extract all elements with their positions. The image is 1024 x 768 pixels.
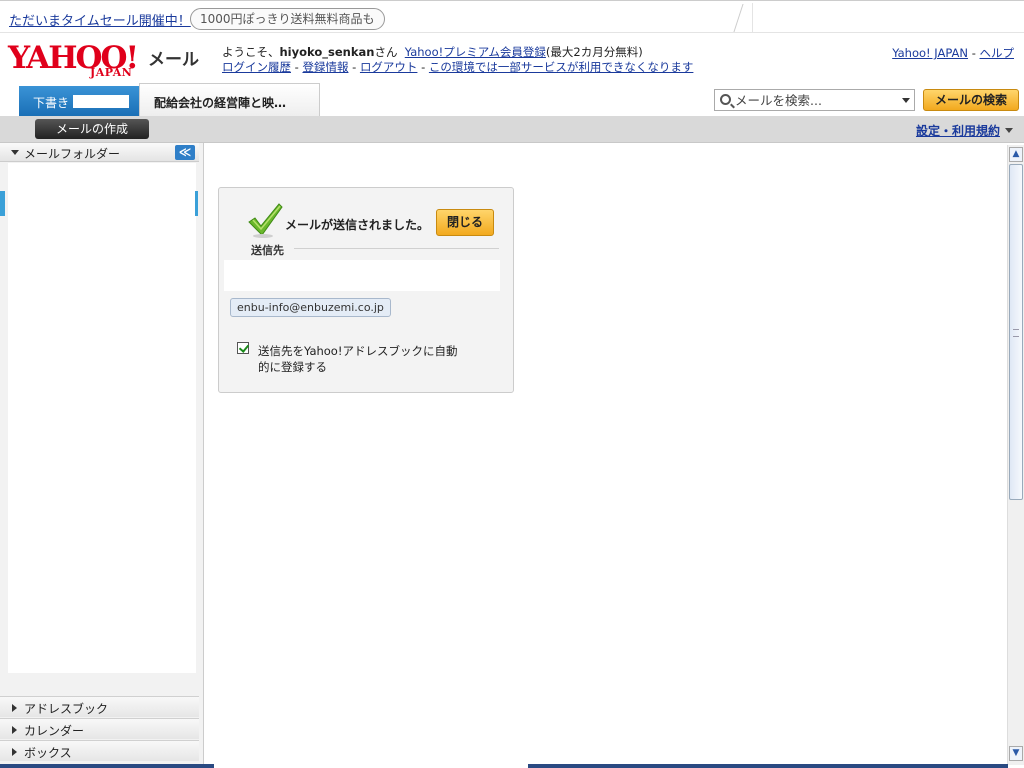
mail-folder-label: メールフォルダー [24, 147, 121, 161]
global-links: Yahoo! JAPAN - ヘルプ [892, 45, 1014, 61]
triangle-down-icon [11, 150, 19, 155]
premium-signup-link[interactable]: Yahoo!プレミアム会員登録 [405, 45, 546, 59]
autosave-addressbook-label[interactable]: 送信先をYahoo!アドレスブックに自動的に登録する [258, 343, 468, 375]
scroll-up-icon[interactable]: ▲ [1009, 147, 1023, 162]
sent-confirmation-text: メールが送信されました。 [285, 218, 430, 232]
mail-folder-header[interactable]: メールフォルダー ≪ [0, 143, 199, 162]
scroll-thumb[interactable] [1009, 164, 1023, 500]
recipients-area [224, 260, 500, 291]
yahoo-japan-logo[interactable]: YAHOO! JAPAN [8, 42, 148, 82]
account-info: ようこそ、hiyoko_senkanさん Yahoo!プレミアム会員登録(最大2… [222, 45, 693, 75]
settings-terms-link[interactable]: 設定・利用規約 [916, 122, 1000, 139]
free-shipping-badge[interactable]: 1000円ぽっきり送料無料商品も [190, 8, 385, 30]
recipients-divider [294, 248, 499, 249]
login-history-link[interactable]: ログイン履歴 [222, 60, 291, 74]
sidebar-item-addressbook[interactable]: アドレスブック [0, 696, 199, 717]
sidebar-item-label: カレンダー [24, 724, 85, 738]
sidebar: メールフォルダー ≪ アドレスブック カレンダー ボックス [0, 143, 204, 768]
folder-resize-handle[interactable] [195, 191, 198, 216]
folder-list[interactable] [8, 163, 196, 673]
promo-divider [733, 4, 744, 32]
recipients-label: 送信先 [251, 244, 284, 257]
promo-separator [752, 3, 753, 33]
scroll-down-icon[interactable]: ▼ [1009, 746, 1023, 761]
tab-compose-field [73, 95, 129, 108]
sidebar-item-calendar[interactable]: カレンダー [0, 718, 199, 739]
mail-search-input[interactable] [735, 91, 895, 109]
welcome-suffix: さん [374, 45, 398, 59]
link-separator: - [294, 60, 299, 74]
timesale-link[interactable]: ただいまタイムセール開催中！ [9, 10, 191, 29]
sidebar-item-box[interactable]: ボックス [0, 740, 199, 761]
link-separator: - [971, 46, 976, 60]
triangle-right-icon [12, 726, 17, 734]
search-icon [720, 94, 731, 105]
promo-bar: ただいまタイムセール開催中！ 1000円ぽっきり送料無料商品も [0, 0, 1024, 33]
close-button[interactable]: 閉じる [436, 209, 494, 236]
bottom-status-bar [528, 764, 1008, 768]
recipient-chip[interactable]: enbu-info@enbuzemi.co.jp [230, 298, 391, 317]
tab-draft-message[interactable]: 配給会社の経営陣と映… [139, 83, 320, 116]
sidebar-item-label: ボックス [24, 746, 72, 760]
welcome-prefix: ようこそ、 [222, 45, 280, 59]
premium-note: (最大2カ月分無料) [545, 45, 643, 59]
bottom-status-bar [0, 764, 214, 768]
triangle-right-icon [12, 748, 17, 756]
chevron-down-icon[interactable] [1005, 128, 1013, 133]
mail-search-box[interactable] [714, 89, 915, 111]
sidebar-item-label: アドレスブック [24, 702, 109, 716]
yahoo-japan-link[interactable]: Yahoo! JAPAN [892, 46, 968, 60]
tab-compose[interactable]: 下書き [19, 86, 139, 116]
compose-mail-button[interactable]: メールの作成 [35, 119, 149, 139]
folder-selection-marker [0, 191, 5, 216]
logout-link[interactable]: ログアウト [360, 60, 418, 74]
mail-sent-panel: メールが送信されました。 閉じる 送信先 enbu-info@enbuzemi.… [218, 187, 514, 393]
tab-compose-label: 下書き [33, 96, 70, 110]
help-link[interactable]: ヘルプ [980, 46, 1015, 60]
environment-notice-link[interactable]: この環境では一部サービスが利用できなくなります [429, 60, 694, 74]
main-scrollbar[interactable]: ▲ ▼ [1007, 145, 1024, 765]
triangle-right-icon [12, 704, 17, 712]
username: hiyoko_senkan [279, 45, 375, 59]
collapse-sidebar-button[interactable]: ≪ [175, 145, 195, 160]
toolbar: メールの作成 設定・利用規約 [0, 116, 1024, 143]
chevron-down-icon[interactable] [902, 98, 910, 103]
autosave-addressbook-checkbox[interactable] [237, 342, 249, 354]
app-name: メール [148, 50, 199, 70]
account-links: ログイン履歴 - 登録情報 - ログアウト - この環境では一部サービスが利用で… [222, 60, 693, 75]
check-icon [248, 203, 283, 238]
link-separator: - [421, 60, 426, 74]
logo-subtext: JAPAN [90, 66, 133, 79]
registration-info-link[interactable]: 登録情報 [302, 60, 348, 74]
mail-search-button[interactable]: メールの検索 [923, 89, 1019, 111]
link-separator: - [352, 60, 357, 74]
